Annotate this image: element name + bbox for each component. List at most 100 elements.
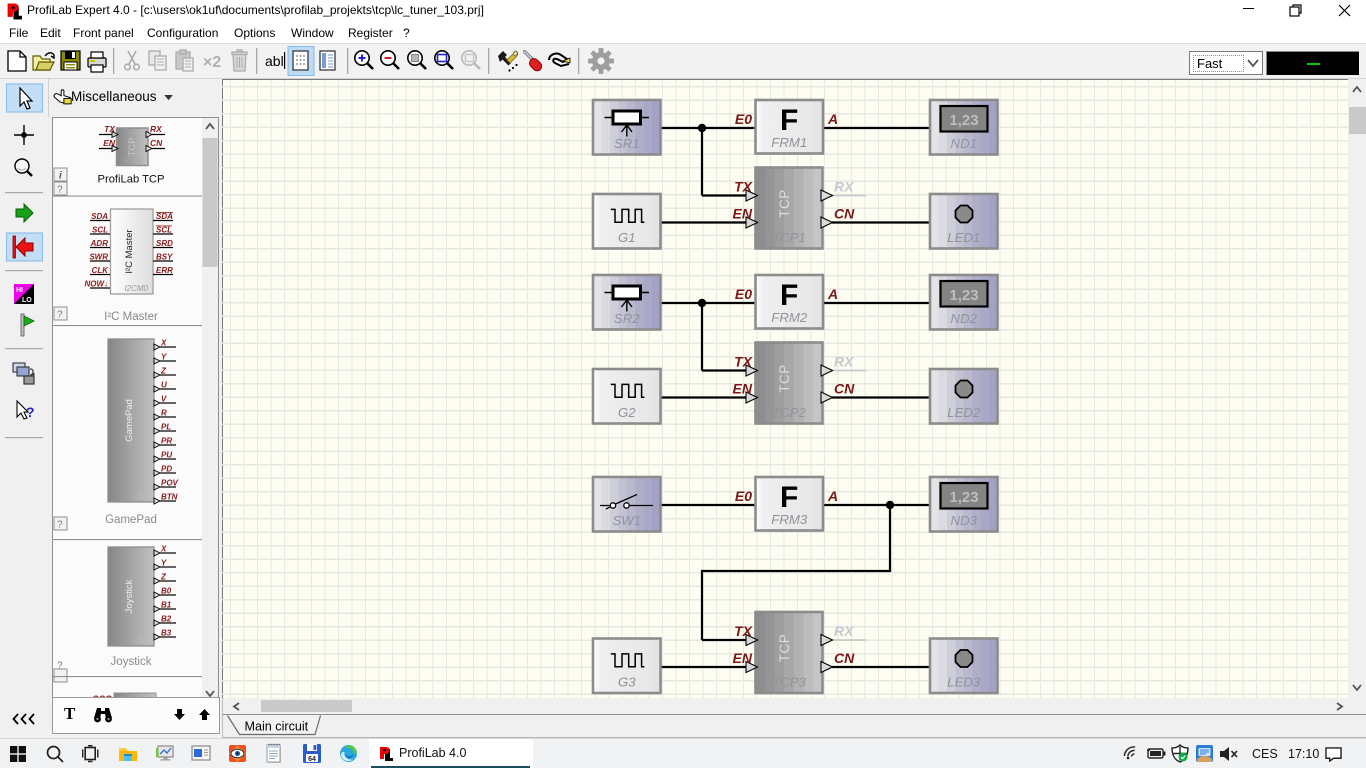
svg-text:TCP2: TCP2 <box>772 405 806 420</box>
svg-text:A: A <box>827 286 838 302</box>
svg-text:CN: CN <box>834 650 855 666</box>
svg-text:E0: E0 <box>735 286 752 302</box>
svg-text:SCL: SCL <box>92 226 108 235</box>
svg-text:GamePad: GamePad <box>124 399 135 442</box>
svg-text:Y: Y <box>161 559 167 568</box>
svg-text:SDA: SDA <box>91 212 108 221</box>
svg-text:X: X <box>160 545 167 554</box>
svg-text:EN: EN <box>733 206 753 222</box>
svg-text:CLK: CLK <box>92 266 110 275</box>
svg-text:PU: PU <box>161 451 172 460</box>
svg-text:PR: PR <box>161 437 172 446</box>
svg-text:LO: LO <box>22 297 32 304</box>
svg-text:TCP: TCP <box>777 189 792 218</box>
svg-text:SR2: SR2 <box>614 311 640 326</box>
svg-text:i: i <box>59 171 62 182</box>
svg-text:Y: Y <box>161 353 167 362</box>
svg-text:EN: EN <box>733 381 753 397</box>
svg-text:B2: B2 <box>161 615 172 624</box>
svg-text:?: ? <box>57 520 63 531</box>
svg-text:F: F <box>780 481 798 514</box>
svg-text:64: 64 <box>308 756 316 763</box>
svg-text:?: ? <box>57 661 63 672</box>
svg-text:JS0: JS0 <box>134 636 149 645</box>
svg-text:Main circuit: Main circuit <box>245 720 309 734</box>
svg-text:EN: EN <box>733 650 753 666</box>
svg-text:Z: Z <box>160 367 167 376</box>
svg-text:ND2: ND2 <box>951 311 978 326</box>
svg-text:FRM3: FRM3 <box>771 512 808 527</box>
svg-text:B1: B1 <box>161 601 172 610</box>
svg-text:RX: RX <box>834 354 855 370</box>
svg-text:LED1: LED1 <box>947 230 980 245</box>
svg-text:G1: G1 <box>618 230 636 245</box>
svg-text:U: U <box>161 381 167 390</box>
svg-text:CN: CN <box>834 206 855 222</box>
svg-text:G2: G2 <box>618 405 636 420</box>
svg-text:TCP: TCP <box>127 138 138 157</box>
svg-text:SR1: SR1 <box>614 136 640 151</box>
svg-text:I2CM0: I2CM0 <box>124 284 148 293</box>
svg-text:TX: TX <box>734 623 754 639</box>
svg-text:V: V <box>161 395 167 404</box>
svg-text:E0: E0 <box>735 488 752 504</box>
svg-text:SDA: SDA <box>156 212 173 221</box>
svg-text:SW1: SW1 <box>612 513 641 528</box>
svg-text:LED3: LED3 <box>947 675 981 690</box>
svg-text:?: ? <box>26 404 35 420</box>
svg-text:1,23: 1,23 <box>949 112 978 129</box>
svg-text:abl: abl <box>265 53 284 69</box>
svg-text:?: ? <box>57 310 63 321</box>
svg-text:HI: HI <box>16 287 23 294</box>
svg-text:CN: CN <box>150 138 163 148</box>
svg-text:Z: Z <box>160 573 167 582</box>
svg-text:1,23: 1,23 <box>949 489 978 506</box>
svg-text:TX: TX <box>734 354 754 370</box>
svg-text:I²C Master: I²C Master <box>104 311 158 323</box>
svg-text:FRM2: FRM2 <box>771 310 808 325</box>
svg-text:PL: PL <box>161 423 171 432</box>
svg-text:1,23: 1,23 <box>949 287 978 304</box>
svg-text:JS0: JS0 <box>134 492 149 501</box>
svg-text:SRD: SRD <box>156 239 173 248</box>
svg-text:TCP: TCP <box>777 364 792 393</box>
svg-text:GamePad: GamePad <box>105 514 157 526</box>
svg-text:SCL: SCL <box>156 226 172 235</box>
svg-text:LED2: LED2 <box>947 405 981 420</box>
svg-text:F: F <box>780 104 798 137</box>
svg-text:ProfiLab TCP: ProfiLab TCP <box>98 174 165 186</box>
svg-text:FRM1: FRM1 <box>771 135 807 150</box>
svg-text:E0: E0 <box>735 111 752 127</box>
svg-text:A: A <box>827 111 838 127</box>
svg-text:RX: RX <box>834 623 855 639</box>
svg-text:F: F <box>780 279 798 312</box>
svg-text:BSY: BSY <box>156 253 173 262</box>
svg-text:TCP1: TCP1 <box>772 230 806 245</box>
svg-text:TCP3: TCP3 <box>772 675 806 690</box>
svg-text:B0: B0 <box>161 587 172 596</box>
svg-text:RX: RX <box>834 179 855 195</box>
svg-text:ND1: ND1 <box>951 136 977 151</box>
svg-text:Joystick: Joystick <box>124 579 135 613</box>
svg-text:?: ? <box>57 185 63 196</box>
svg-text:Joystick: Joystick <box>111 656 152 668</box>
svg-text:TX: TX <box>734 179 754 195</box>
svg-text:PD: PD <box>161 465 172 474</box>
svg-text:G3: G3 <box>618 675 636 690</box>
svg-text:TCP: TCP <box>777 634 792 663</box>
svg-text:POV: POV <box>161 479 179 488</box>
svg-text:×2: ×2 <box>203 54 221 71</box>
svg-text:R: R <box>161 409 167 418</box>
svg-text:RX: RX <box>150 124 163 134</box>
svg-text:ADR: ADR <box>90 239 109 248</box>
svg-text:B3: B3 <box>161 629 172 638</box>
svg-text:I²C Master: I²C Master <box>124 229 135 273</box>
svg-text:BTN: BTN <box>161 493 178 502</box>
svg-text:CN: CN <box>834 381 855 397</box>
svg-text:X: X <box>160 339 167 348</box>
svg-text:ND3: ND3 <box>951 513 978 528</box>
svg-text:ERR: ERR <box>156 266 173 275</box>
svg-text:TCP0: TCP0 <box>122 156 142 165</box>
svg-text:SWR: SWR <box>89 253 108 262</box>
svg-text:NOW↓: NOW↓ <box>84 280 108 289</box>
